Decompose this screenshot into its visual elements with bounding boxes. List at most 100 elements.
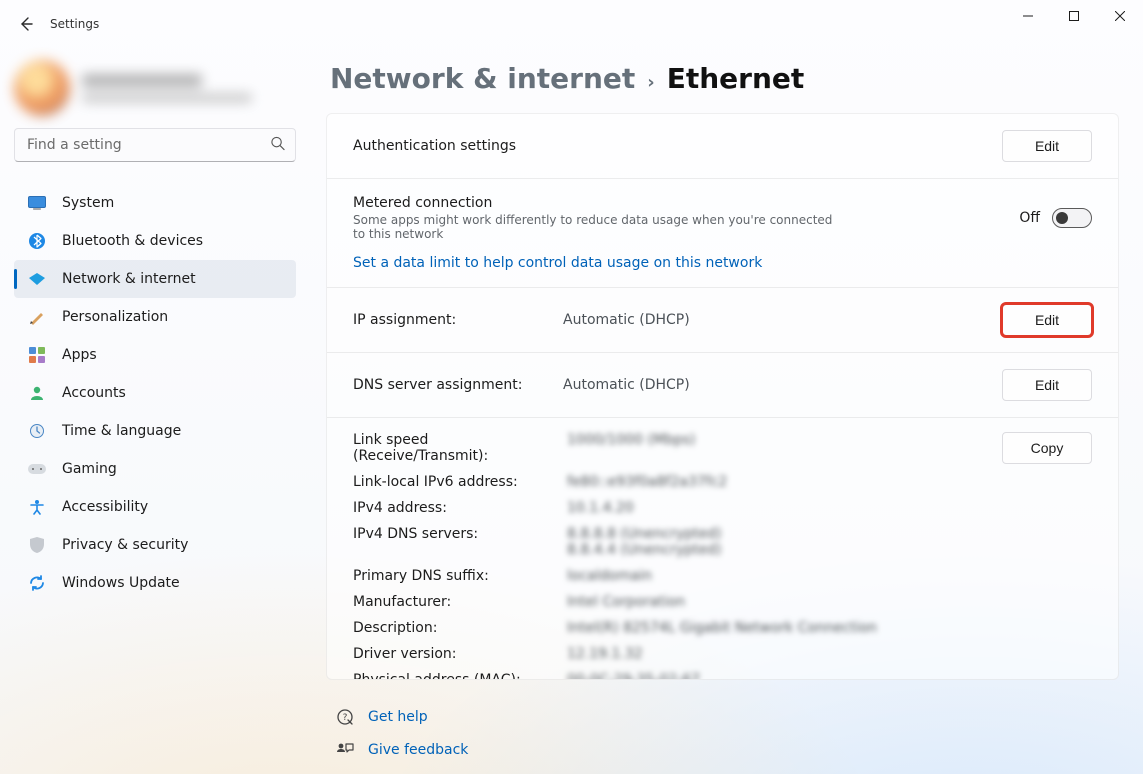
detail-value: 00-0C-29-35-02-67	[567, 672, 982, 680]
row-subtitle: Some apps might work differently to redu…	[353, 213, 833, 241]
detail-key: Primary DNS suffix:	[353, 568, 563, 584]
row-metered: Metered connection Some apps might work …	[327, 179, 1118, 288]
breadcrumb-current: Ethernet	[667, 62, 805, 95]
sidebar-item-bluetooth[interactable]: Bluetooth & devices	[14, 222, 296, 260]
network-icon	[26, 268, 48, 290]
copy-details-button[interactable]: Copy	[1002, 432, 1092, 464]
footer-link-label: Give feedback	[368, 742, 468, 758]
row-dns-assignment: DNS server assignment: Automatic (DHCP) …	[327, 353, 1118, 418]
detail-key: Link-local IPv6 address:	[353, 474, 563, 490]
svg-text:?: ?	[343, 713, 348, 723]
breadcrumb: Network & internet › Ethernet	[330, 62, 1119, 95]
sidebar-item-label: Personalization	[62, 309, 168, 325]
apps-icon	[26, 344, 48, 366]
sidebar-item-gaming[interactable]: Gaming	[14, 450, 296, 488]
row-title: Metered connection	[353, 195, 1019, 211]
search-input[interactable]	[15, 137, 295, 153]
get-help-link[interactable]: ? Get help	[332, 708, 1119, 726]
detail-key: Driver version:	[353, 646, 563, 662]
personalization-icon	[26, 306, 48, 328]
footer-link-label: Get help	[368, 709, 428, 725]
chevron-right-icon: ›	[647, 72, 654, 93]
sidebar-item-label: Privacy & security	[62, 537, 188, 553]
close-icon	[1115, 11, 1125, 21]
row-value: Automatic (DHCP)	[563, 312, 1002, 328]
footer-links: ? Get help Give feedback	[326, 708, 1119, 774]
detail-key: Manufacturer:	[353, 594, 563, 610]
sidebar-item-label: Network & internet	[62, 271, 196, 287]
row-ip-assignment: IP assignment: Automatic (DHCP) Edit	[327, 288, 1118, 353]
sidebar-item-personalization[interactable]: Personalization	[14, 298, 296, 336]
edit-auth-button[interactable]: Edit	[1002, 130, 1092, 162]
row-adapter-details: Link speed (Receive/Transmit):1000/1000 …	[327, 418, 1118, 680]
detail-key: IPv4 DNS servers:	[353, 526, 563, 558]
sidebar-item-label: Bluetooth & devices	[62, 233, 203, 249]
sidebar-item-label: Windows Update	[62, 575, 180, 591]
sidebar-item-system[interactable]: System	[14, 184, 296, 222]
gaming-icon	[26, 458, 48, 480]
detail-value: 8.8.8.8 (Unencrypted) 8.8.4.4 (Unencrypt…	[567, 526, 982, 558]
sidebar-item-label: Accounts	[62, 385, 126, 401]
user-name-text	[82, 74, 252, 103]
accounts-icon	[26, 382, 48, 404]
back-button[interactable]	[6, 16, 46, 32]
clock-icon	[26, 420, 48, 442]
metered-toggle[interactable]	[1052, 208, 1092, 228]
avatar	[14, 60, 70, 116]
row-label: IP assignment:	[353, 312, 456, 328]
detail-value: fe80::e93f0a8f2a37fc2	[567, 474, 982, 490]
minimize-button[interactable]	[1005, 0, 1051, 32]
arrow-left-icon	[18, 16, 34, 32]
detail-value: 10.1.4.20	[567, 500, 982, 516]
detail-key: Physical address (MAC):	[353, 672, 563, 680]
help-icon: ?	[332, 708, 358, 726]
row-title: Authentication settings	[353, 138, 1002, 154]
sidebar-item-network[interactable]: Network & internet	[14, 260, 296, 298]
sidebar-item-label: Accessibility	[62, 499, 148, 515]
detail-key: IPv4 address:	[353, 500, 563, 516]
row-value: Automatic (DHCP)	[563, 377, 1002, 393]
give-feedback-link[interactable]: Give feedback	[332, 742, 1119, 758]
detail-value: 12.19.1.32	[567, 646, 982, 662]
maximize-button[interactable]	[1051, 0, 1097, 32]
sidebar-item-update[interactable]: Windows Update	[14, 564, 296, 602]
sidebar-item-time[interactable]: Time & language	[14, 412, 296, 450]
sidebar-item-privacy[interactable]: Privacy & security	[14, 526, 296, 564]
close-button[interactable]	[1097, 0, 1143, 32]
sidebar-item-accessibility[interactable]: Accessibility	[14, 488, 296, 526]
settings-panel: Authentication settings Edit Metered con…	[326, 113, 1119, 680]
bluetooth-icon	[26, 230, 48, 252]
detail-value: Intel Corporation	[567, 594, 982, 610]
data-limit-link[interactable]: Set a data limit to help control data us…	[353, 255, 762, 271]
feedback-icon	[332, 742, 358, 758]
row-label: DNS server assignment:	[353, 377, 523, 393]
main-content: Network & internet › Ethernet Authentica…	[310, 48, 1143, 774]
detail-value: 1000/1000 (Mbps)	[567, 432, 982, 464]
detail-key: Description:	[353, 620, 563, 636]
update-icon	[26, 572, 48, 594]
search-icon	[270, 136, 285, 155]
nav-list: System Bluetooth & devices Network & int…	[14, 184, 296, 602]
sidebar-item-apps[interactable]: Apps	[14, 336, 296, 374]
window-controls	[1005, 0, 1143, 32]
accessibility-icon	[26, 496, 48, 518]
search-box[interactable]	[14, 128, 296, 162]
detail-value: localdomain	[567, 568, 982, 584]
breadcrumb-parent[interactable]: Network & internet	[330, 62, 635, 95]
sidebar: System Bluetooth & devices Network & int…	[0, 48, 310, 774]
detail-value: Intel(R) 82574L Gigabit Network Connecti…	[567, 620, 982, 636]
edit-dns-button[interactable]: Edit	[1002, 369, 1092, 401]
shield-icon	[26, 534, 48, 556]
row-authentication: Authentication settings Edit	[327, 114, 1118, 179]
edit-ip-button[interactable]: Edit	[1002, 304, 1092, 336]
sidebar-item-label: System	[62, 195, 114, 211]
sidebar-item-label: Apps	[62, 347, 97, 363]
sidebar-item-accounts[interactable]: Accounts	[14, 374, 296, 412]
user-account-area[interactable]	[14, 52, 296, 124]
title-bar: Settings	[0, 0, 1143, 48]
toggle-state-label: Off	[1019, 210, 1040, 226]
detail-key: Link speed (Receive/Transmit):	[353, 432, 563, 464]
sidebar-item-label: Gaming	[62, 461, 117, 477]
maximize-icon	[1069, 11, 1079, 21]
minimize-icon	[1023, 11, 1033, 21]
